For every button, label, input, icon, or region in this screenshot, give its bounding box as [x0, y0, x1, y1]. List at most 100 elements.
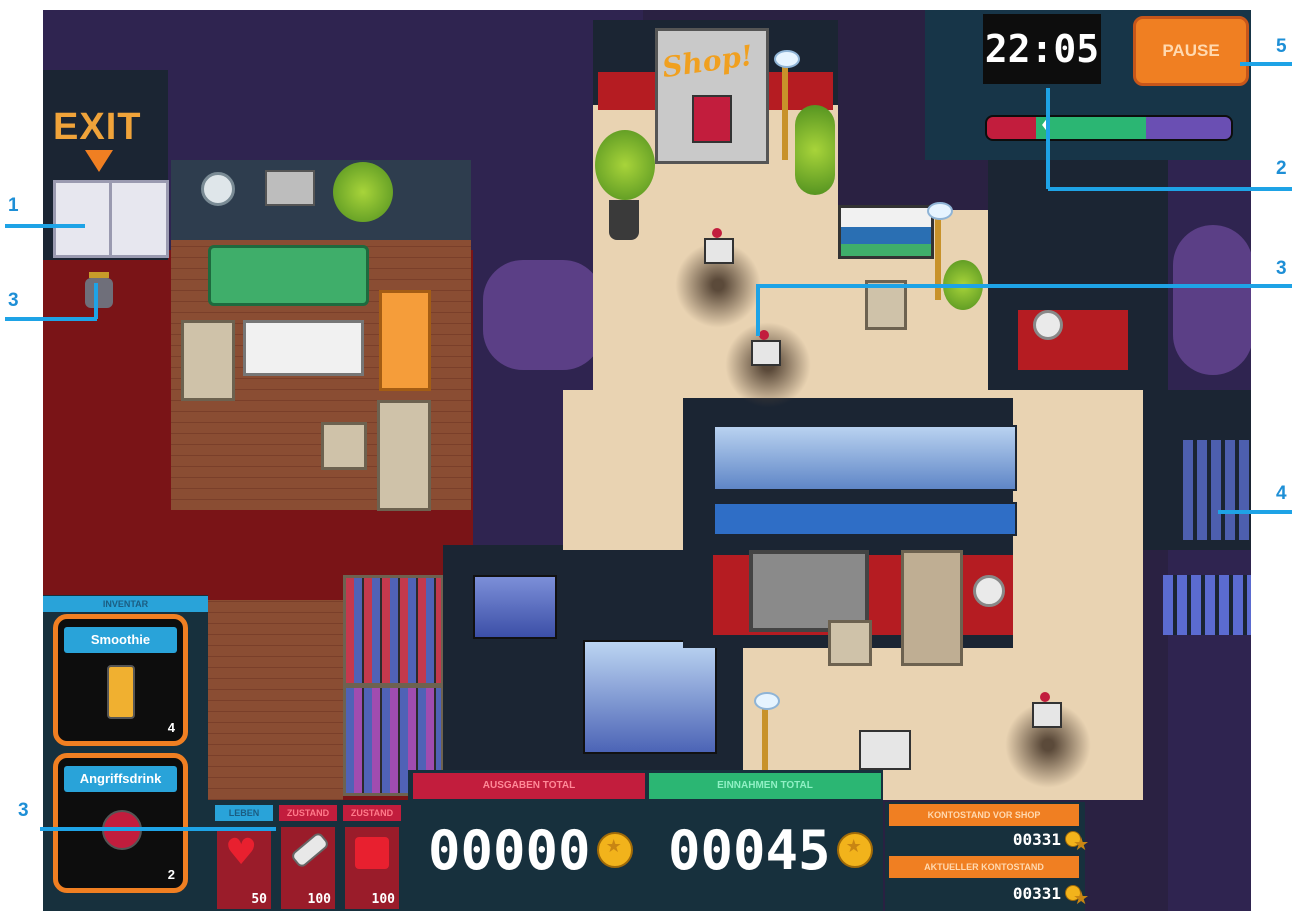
shirt-icon — [355, 837, 389, 869]
security-robot-1[interactable] — [698, 228, 734, 264]
spent-total: 00000 — [428, 815, 643, 885]
exit-arrow-icon — [85, 150, 113, 172]
potted-palm-shop — [595, 130, 655, 200]
exit-sign: EXIT — [53, 106, 142, 148]
potted-palm-lounge — [333, 162, 393, 222]
callout-line — [758, 284, 1292, 288]
inventory-item-name: Angriffsdrink — [64, 766, 177, 792]
floor-lamp-1 — [782, 65, 788, 160]
floor-lamp-3 — [762, 705, 768, 775]
desk-chair — [828, 620, 872, 666]
bookshelf-upper — [343, 575, 444, 686]
shop-sign: Shop! — [660, 38, 755, 85]
stat-life-label: LEBEN — [215, 805, 273, 821]
wall-clock-right-icon — [1033, 310, 1063, 340]
stereo-speaker — [265, 170, 315, 206]
inventory-item-name: Smoothie — [64, 627, 177, 653]
callout-number: 2 — [1276, 158, 1287, 179]
balance-before-shop-value: 00331 — [1012, 829, 1061, 849]
security-robot-4[interactable] — [853, 720, 913, 770]
stat-condition-bandage: ZUSTAND 100 — [279, 805, 337, 911]
income-total-label: EINNAHMEN TOTAL — [649, 773, 881, 799]
balance-before-shop: 00331 — [981, 828, 1089, 856]
potted-bush-shop — [795, 105, 835, 195]
library-floor — [208, 600, 343, 810]
income-total: 00045 — [668, 815, 883, 885]
stat-condition-label-2: ZUSTAND — [343, 805, 401, 821]
clock-time: 22:05 — [984, 27, 1100, 71]
reception-counter — [838, 205, 934, 259]
callout-number: 4 — [1276, 483, 1287, 504]
callout-line — [1048, 187, 1292, 191]
right-windows — [1183, 440, 1251, 540]
stat-condition-value-2: 100 — [371, 892, 395, 907]
orange-armchair — [379, 290, 431, 391]
inventory-item-count: 2 — [167, 867, 175, 882]
stat-life: LEBEN ♥ 50 — [215, 805, 273, 911]
spent-total-value: 00000 — [428, 818, 591, 882]
callout-line — [756, 284, 760, 336]
floor-lamp-1-shade — [774, 50, 800, 68]
callout-line — [5, 224, 85, 228]
floor-lamp-3-shade — [754, 692, 780, 710]
callout-line — [40, 827, 276, 831]
balance-before-shop-label: KONTOSTAND VOR SHOP — [889, 804, 1079, 826]
smoothie-bottle-icon — [107, 665, 135, 719]
inventory-slot-smoothie[interactable]: Smoothie 4 — [53, 614, 188, 746]
pause-button[interactable]: PAUSE — [1133, 16, 1249, 86]
bandage-icon — [289, 830, 331, 870]
green-sofa — [208, 245, 369, 306]
side-sofa — [377, 400, 431, 511]
exit-door[interactable] — [53, 180, 169, 258]
stat-life-value: 50 — [251, 892, 267, 907]
callout-number: 3 — [8, 290, 19, 311]
callout-line — [1240, 62, 1292, 66]
callout-number: 3 — [1276, 258, 1287, 279]
balance-current-value: 00331 — [1012, 883, 1061, 903]
wall-clock-center-icon — [973, 575, 1005, 607]
status-bar-purple-segment — [1145, 117, 1231, 139]
lower-windows-2 — [583, 640, 717, 754]
callout-line — [1046, 88, 1050, 189]
right-lower-windows — [1163, 575, 1251, 635]
pause-button-label: PAUSE — [1162, 41, 1220, 60]
security-robot-2[interactable] — [745, 330, 781, 366]
callout-line — [94, 283, 98, 319]
stat-condition-shirt: ZUSTAND 100 — [343, 805, 401, 911]
callout-line — [1218, 510, 1292, 514]
stat-condition-label: ZUSTAND — [279, 805, 337, 821]
coin-icon — [1065, 885, 1089, 909]
coin-icon — [1065, 831, 1089, 855]
inventory-slot-angriffsdrink[interactable]: Angriffsdrink 2 — [53, 753, 188, 893]
wandering-visitor-character[interactable] — [81, 272, 115, 308]
inventory-item-count: 4 — [167, 720, 175, 735]
security-robot-3[interactable] — [1026, 692, 1062, 728]
status-bar: ♦ — [985, 115, 1233, 141]
callout-number: 5 — [1276, 36, 1287, 57]
cloud-center — [483, 260, 603, 370]
cloud-right — [1173, 225, 1251, 375]
stool — [321, 422, 367, 470]
callout-number: 3 — [18, 800, 29, 821]
floor-lamp-2-shade — [927, 202, 953, 220]
status-bar-green-segment: ♦ — [1035, 117, 1146, 139]
status-bar-red-segment — [987, 117, 1036, 139]
wall-clock-icon — [201, 172, 235, 206]
coffee-table — [243, 320, 364, 376]
income-total-value: 00045 — [668, 818, 831, 882]
game-viewport: EXIT Shop! 22:05 PAUSE INVENTAR Smoothie… — [43, 10, 1251, 911]
spent-total-label: AUSGABEN TOTAL — [413, 773, 645, 799]
callout-line — [5, 317, 97, 321]
central-windows-bottom — [713, 502, 1017, 536]
balance-current: 00331 — [981, 882, 1089, 910]
stat-condition-value: 100 — [307, 892, 331, 907]
inventory-header: INVENTAR — [43, 596, 208, 612]
clock-display: 22:05 — [983, 14, 1101, 84]
balance-current-label: AKTUELLER KONTOSTAND — [889, 856, 1079, 878]
central-windows-top — [713, 425, 1017, 491]
callout-number: 1 — [8, 195, 19, 216]
lower-windows — [473, 575, 557, 639]
shop-entrance[interactable]: Shop! — [655, 28, 769, 164]
coin-icon — [596, 832, 633, 868]
heart-icon: ♥ — [225, 832, 258, 873]
